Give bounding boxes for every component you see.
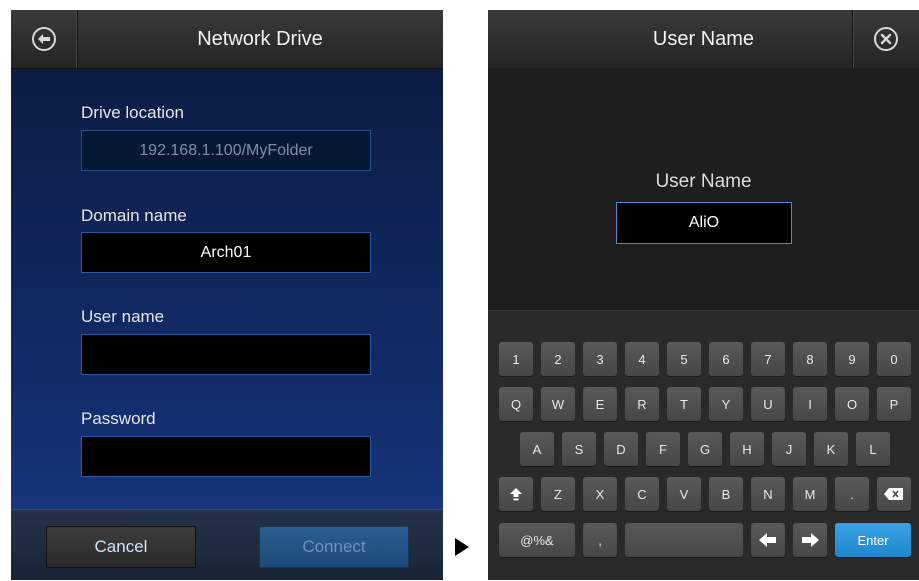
key-period[interactable]: .	[835, 477, 869, 511]
key-1[interactable]: 1	[499, 342, 533, 376]
domain-name-field[interactable]: Arch01	[81, 232, 371, 273]
entry-label: User Name	[655, 171, 752, 192]
key-p[interactable]: P	[877, 387, 911, 421]
space-key[interactable]	[625, 523, 743, 557]
dialog-title: User Name	[652, 27, 755, 50]
key-q[interactable]: Q	[499, 387, 533, 421]
right-header: User Name	[488, 10, 919, 69]
key-2[interactable]: 2	[541, 342, 575, 376]
left-header: Network Drive	[11, 10, 443, 69]
cursor-right-key[interactable]	[793, 523, 827, 557]
domain-name-label: Domain name	[81, 206, 187, 225]
key-d[interactable]: D	[604, 432, 638, 466]
onscreen-keyboard: 1 2 3 4 5 6 7 8 9 0 Q W E R T Y U I O P …	[488, 310, 919, 580]
key-e[interactable]: E	[583, 387, 617, 421]
key-f[interactable]: F	[646, 432, 680, 466]
shift-icon	[510, 488, 522, 501]
user-name-label: User name	[81, 307, 165, 326]
key-r[interactable]: R	[625, 387, 659, 421]
user-name-field[interactable]	[81, 334, 371, 375]
key-t[interactable]: T	[667, 387, 701, 421]
key-6[interactable]: 6	[709, 342, 743, 376]
key-x[interactable]: X	[583, 477, 617, 511]
enter-key[interactable]: Enter	[835, 523, 911, 557]
drive-location-field[interactable]: 192.168.1.100/MyFolder	[81, 130, 371, 171]
key-n[interactable]: N	[751, 477, 785, 511]
key-h[interactable]: H	[730, 432, 764, 466]
symbols-key[interactable]: @%&	[499, 523, 575, 557]
cursor-left-key[interactable]	[751, 523, 785, 557]
key-5[interactable]: 5	[667, 342, 701, 376]
close-circle-icon	[874, 27, 898, 51]
arrow-left-icon	[759, 533, 776, 547]
key-w[interactable]: W	[541, 387, 575, 421]
key-7[interactable]: 7	[751, 342, 785, 376]
key-z[interactable]: Z	[541, 477, 575, 511]
connect-button[interactable]: Connect	[259, 526, 409, 568]
key-j[interactable]: J	[772, 432, 806, 466]
key-3[interactable]: 3	[583, 342, 617, 376]
key-i[interactable]: I	[793, 387, 827, 421]
key-a[interactable]: A	[520, 432, 554, 466]
key-comma[interactable]: ,	[583, 523, 617, 557]
close-button[interactable]	[852, 10, 919, 68]
backspace-icon	[884, 488, 903, 500]
key-m[interactable]: M	[793, 477, 827, 511]
key-4[interactable]: 4	[625, 342, 659, 376]
key-9[interactable]: 9	[835, 342, 869, 376]
key-b[interactable]: B	[709, 477, 743, 511]
network-drive-panel: Network Drive Drive location 192.168.1.1…	[11, 10, 443, 580]
back-button[interactable]	[11, 10, 78, 68]
password-label: Password	[81, 409, 156, 428]
password-field[interactable]	[81, 436, 371, 477]
left-footer: Cancel Connect	[11, 509, 443, 580]
key-l[interactable]: L	[856, 432, 890, 466]
shift-key[interactable]	[499, 477, 533, 511]
key-v[interactable]: V	[667, 477, 701, 511]
key-0[interactable]: 0	[877, 342, 911, 376]
cancel-button[interactable]: Cancel	[46, 526, 196, 568]
key-c[interactable]: C	[625, 477, 659, 511]
backspace-key[interactable]	[877, 477, 911, 511]
key-8[interactable]: 8	[793, 342, 827, 376]
transition-arrow-icon	[455, 538, 469, 556]
key-y[interactable]: Y	[709, 387, 743, 421]
key-k[interactable]: K	[814, 432, 848, 466]
drive-location-label: Drive location	[81, 103, 184, 122]
entry-area: User Name AliO	[488, 68, 919, 310]
key-s[interactable]: S	[562, 432, 596, 466]
key-u[interactable]: U	[751, 387, 785, 421]
key-g[interactable]: G	[688, 432, 722, 466]
back-arrow-circle-icon	[32, 27, 56, 51]
page-title: Network Drive	[197, 27, 323, 50]
user-name-input[interactable]: AliO	[616, 202, 792, 244]
key-o[interactable]: O	[835, 387, 869, 421]
arrow-right-icon	[802, 533, 819, 547]
user-name-entry-panel: User Name User Name AliO 1 2 3 4 5 6 7 8…	[488, 10, 919, 580]
